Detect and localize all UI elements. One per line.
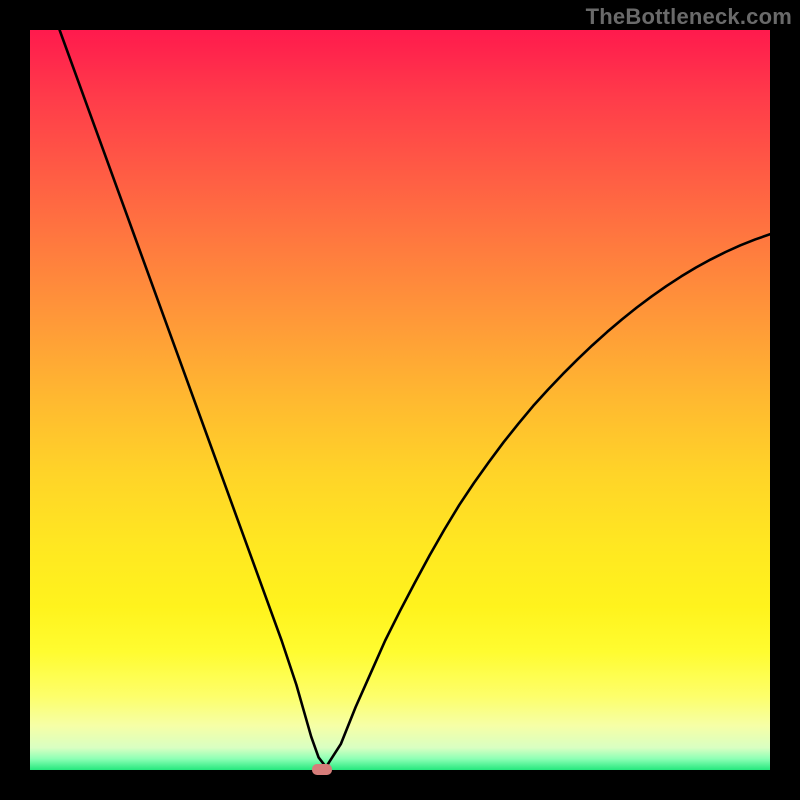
watermark: TheBottleneck.com [586, 4, 792, 30]
plot-area [30, 30, 770, 770]
bottleneck-curve [30, 30, 770, 770]
chart-frame: TheBottleneck.com [0, 0, 800, 800]
dip-marker [312, 764, 332, 775]
